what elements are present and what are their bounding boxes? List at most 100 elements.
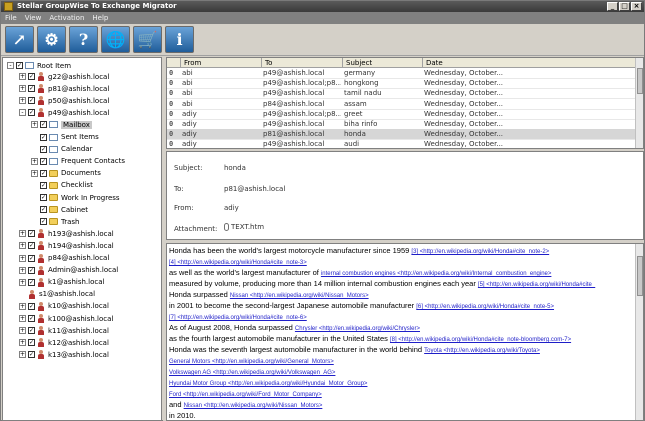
tree-expander[interactable]: +: [19, 230, 26, 238]
body-link[interactable]: internal combustion engines <http://en.w…: [321, 271, 551, 277]
tree-item[interactable]: + ✓ p50@ashish.local: [19, 95, 109, 106]
body-link[interactable]: Nissan <http://en.wikipedia.org/wiki/Nis…: [184, 403, 323, 409]
body-link[interactable]: Nissan <http://en.wikipedia.org/wiki/Nis…: [230, 293, 369, 299]
body-link[interactable]: Toyota <http://en.wikipedia.org/wiki/Toy…: [424, 348, 540, 354]
tree-item[interactable]: + ✓ k100@ashish.local: [19, 313, 113, 324]
tree-expander[interactable]: +: [19, 315, 26, 322]
tree-checkbox[interactable]: ✓: [40, 145, 47, 153]
column-subject[interactable]: Subject: [343, 58, 423, 68]
tree-expander[interactable]: +: [19, 327, 26, 335]
message-row[interactable]: 0 adiy p49@ashish.local audi Wednesday, Octo…: [167, 139, 637, 148]
toolbar-button-1[interactable]: ⚙: [37, 26, 66, 53]
menu-view[interactable]: View: [25, 12, 42, 24]
tree-checkbox[interactable]: ✓: [40, 206, 47, 214]
tree-expander[interactable]: +: [31, 169, 38, 177]
body-link[interactable]: Chrysler <http://en.wikipedia.org/wiki/C…: [295, 326, 420, 332]
message-body-scrollbar[interactable]: [635, 244, 643, 420]
tree-item[interactable]: + ✓ k12@ashish.local: [19, 337, 109, 348]
body-link[interactable]: [5] <http://en.wikipedia.org/wiki/Honda#…: [478, 282, 595, 288]
minimize-button[interactable]: _: [607, 2, 618, 11]
tree-checkbox[interactable]: ✓: [28, 266, 35, 274]
tree-checkbox[interactable]: ✓: [28, 97, 35, 105]
menu-file[interactable]: File: [5, 12, 17, 24]
tree-checkbox[interactable]: ✓: [28, 278, 35, 286]
tree-item[interactable]: ✓ Sent Items: [31, 132, 99, 143]
tree-expander[interactable]: +: [19, 302, 26, 310]
tree-checkbox[interactable]: ✓: [28, 109, 35, 117]
toolbar-button-0[interactable]: ↗: [5, 26, 34, 53]
tree-expander[interactable]: +: [19, 339, 26, 347]
toolbar-button-3[interactable]: 🌐: [101, 26, 130, 53]
tree-expander[interactable]: +: [19, 278, 26, 286]
tree-expander[interactable]: +: [19, 97, 26, 105]
tree-expander[interactable]: +: [31, 121, 38, 129]
tree-item[interactable]: + ✓ Admin@ashish.local: [19, 265, 118, 276]
tree-root[interactable]: - ✓ Root Item: [7, 60, 71, 71]
tree-item[interactable]: + ✓ p81@ashish.local: [19, 83, 109, 94]
column-to[interactable]: To: [262, 58, 343, 68]
menu-help[interactable]: Help: [92, 12, 108, 24]
tree-item[interactable]: - ✓ p49@ashish.local: [19, 107, 109, 118]
tree-item[interactable]: + ✓ k11@ashish.local: [19, 325, 109, 336]
body-link[interactable]: [7] <http://en.wikipedia.org/wiki/Honda#…: [169, 315, 307, 321]
tree-checkbox[interactable]: ✓: [16, 62, 23, 69]
attachment-column-header[interactable]: [167, 58, 181, 68]
tree-checkbox[interactable]: ✓: [40, 133, 47, 141]
tree-expander[interactable]: -: [19, 109, 26, 117]
body-link[interactable]: Ford <http://en.wikipedia.org/wiki/Ford_…: [169, 392, 322, 398]
tree-checkbox[interactable]: ✓: [40, 194, 47, 201]
tree-checkbox[interactable]: ✓: [28, 254, 35, 262]
body-link[interactable]: [6] <http://en.wikipedia.org/wiki/Honda#…: [416, 304, 554, 310]
tree-expander[interactable]: +: [19, 242, 26, 250]
tree-expander[interactable]: +: [19, 266, 26, 274]
maximize-button[interactable]: □: [619, 2, 630, 11]
tree-checkbox[interactable]: ✓: [40, 121, 47, 129]
tree-item[interactable]: s1@ashish.local: [19, 289, 95, 300]
tree-expander[interactable]: +: [19, 85, 26, 93]
tree-checkbox[interactable]: ✓: [28, 73, 35, 80]
tree-item[interactable]: + ✓ p84@ashish.local: [19, 253, 109, 264]
tree-expander[interactable]: +: [19, 351, 26, 359]
message-list-scrollbar[interactable]: [635, 58, 643, 148]
body-link[interactable]: Hyundai Motor Group <http://en.wikipedia…: [169, 381, 367, 387]
tree-checkbox[interactable]: ✓: [40, 157, 47, 165]
tree-item[interactable]: + ✓ Mailbox: [31, 119, 92, 130]
tree-item[interactable]: + ✓ k1@ashish.local: [19, 277, 104, 288]
tree-item[interactable]: ✓ Trash: [31, 216, 80, 227]
tree-expander[interactable]: -: [7, 62, 14, 69]
tree-item[interactable]: ✓ Work In Progress: [31, 192, 120, 203]
tree-item[interactable]: ✓ Checklist: [31, 180, 93, 191]
tree-checkbox[interactable]: ✓: [28, 85, 35, 93]
body-link[interactable]: Volkswagen AG <http://en.wikipedia.org/w…: [169, 370, 335, 376]
tree-item[interactable]: + ✓ h194@ashish.local: [19, 240, 114, 251]
toolbar-button-2[interactable]: ?: [69, 26, 98, 53]
attachment-link[interactable]: TEXT.htm: [224, 223, 264, 231]
tree-item[interactable]: + ✓ k10@ashish.local: [19, 301, 109, 312]
body-link[interactable]: [8] <http://en.wikipedia.org/wiki/Honda#…: [390, 337, 571, 343]
toolbar-button-5[interactable]: i: [165, 26, 194, 53]
tree-expander[interactable]: +: [19, 254, 26, 262]
close-button[interactable]: ×: [631, 2, 642, 11]
tree-checkbox[interactable]: ✓: [40, 169, 47, 177]
tree-checkbox[interactable]: ✓: [28, 339, 35, 347]
body-link[interactable]: General Motors <http://en.wikipedia.org/…: [169, 359, 334, 365]
tree-checkbox[interactable]: ✓: [28, 351, 35, 359]
toolbar-button-4[interactable]: 🛒: [133, 26, 162, 53]
column-from[interactable]: From: [181, 58, 262, 68]
column-date[interactable]: Date: [423, 58, 637, 68]
tree-checkbox[interactable]: ✓: [28, 230, 35, 238]
body-link[interactable]: [4] <http://en.wikipedia.org/wiki/Honda#…: [169, 260, 307, 266]
tree-checkbox[interactable]: ✓: [28, 302, 35, 310]
tree-expander[interactable]: +: [31, 157, 38, 165]
tree-item[interactable]: + ✓ k13@ashish.local: [19, 349, 109, 360]
tree-checkbox[interactable]: ✓: [28, 327, 35, 335]
tree-checkbox[interactable]: ✓: [40, 218, 47, 226]
tree-item[interactable]: + ✓ h193@ashish.local: [19, 228, 114, 239]
body-link[interactable]: [3] <http://en.wikipedia.org/wiki/Honda#…: [411, 249, 549, 255]
menu-activation[interactable]: Activation: [49, 12, 84, 24]
tree-expander[interactable]: +: [19, 73, 26, 80]
tree-item[interactable]: ✓ Calendar: [31, 144, 92, 155]
tree-checkbox[interactable]: ✓: [28, 315, 35, 322]
tree-checkbox[interactable]: ✓: [40, 181, 47, 189]
tree-item[interactable]: + ✓ Documents: [31, 168, 101, 179]
